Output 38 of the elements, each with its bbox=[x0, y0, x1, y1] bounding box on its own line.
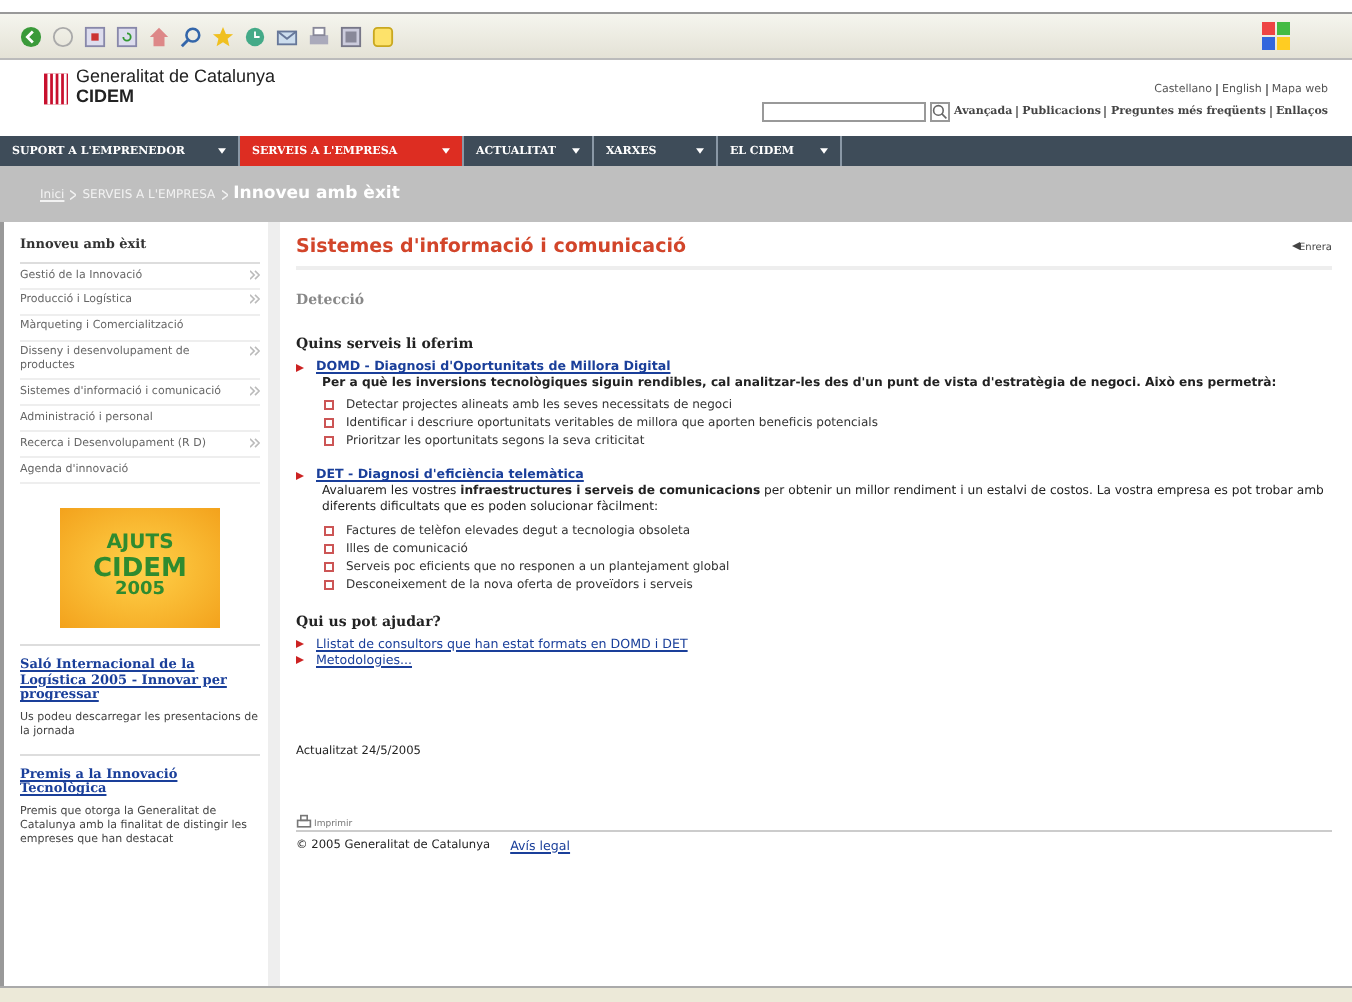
back-icon[interactable] bbox=[20, 25, 42, 47]
bullet-icon bbox=[324, 543, 334, 554]
bullet-icon bbox=[296, 640, 304, 649]
bullet-icon bbox=[324, 561, 334, 572]
bullet-icon bbox=[296, 471, 304, 480]
search-button[interactable] bbox=[930, 102, 951, 122]
star-icon[interactable] bbox=[212, 25, 234, 47]
refresh-icon[interactable] bbox=[116, 25, 138, 47]
separator-icon bbox=[221, 189, 228, 199]
printer-icon bbox=[296, 813, 312, 830]
dropdown-icon bbox=[218, 148, 226, 154]
bullet-icon bbox=[324, 579, 334, 590]
bullet-icon bbox=[296, 363, 304, 371]
breadcrumb-current: Innoveu amb èxit bbox=[233, 184, 400, 204]
mail-icon[interactable] bbox=[276, 25, 298, 47]
print-icon[interactable] bbox=[308, 25, 330, 47]
dropdown-icon bbox=[571, 148, 580, 154]
note-icon[interactable] bbox=[372, 25, 394, 47]
bars-logo-icon bbox=[44, 72, 68, 106]
dropdown-icon bbox=[695, 148, 704, 154]
search-field[interactable] bbox=[762, 102, 927, 122]
dropdown-icon bbox=[442, 148, 450, 154]
page-title: Sistemes d'informació i comunicació bbox=[296, 236, 687, 258]
back-arrow-icon bbox=[1291, 241, 1300, 249]
stop-icon[interactable] bbox=[84, 25, 106, 47]
bullet-icon bbox=[324, 436, 334, 447]
home-icon[interactable] bbox=[148, 25, 170, 47]
bullet-icon bbox=[324, 525, 334, 536]
organization-name: Generalitat de Catalunya bbox=[76, 68, 276, 88]
bullet-icon bbox=[296, 656, 304, 665]
bullet-icon bbox=[324, 418, 334, 429]
windows-logo-icon bbox=[1260, 20, 1292, 52]
bullet-icon bbox=[324, 400, 334, 411]
search-icon[interactable] bbox=[180, 25, 202, 47]
dropdown-icon bbox=[819, 148, 828, 154]
separator-icon bbox=[70, 189, 77, 199]
brand-name: CIDEM bbox=[76, 87, 136, 108]
forward-icon[interactable] bbox=[52, 25, 74, 47]
